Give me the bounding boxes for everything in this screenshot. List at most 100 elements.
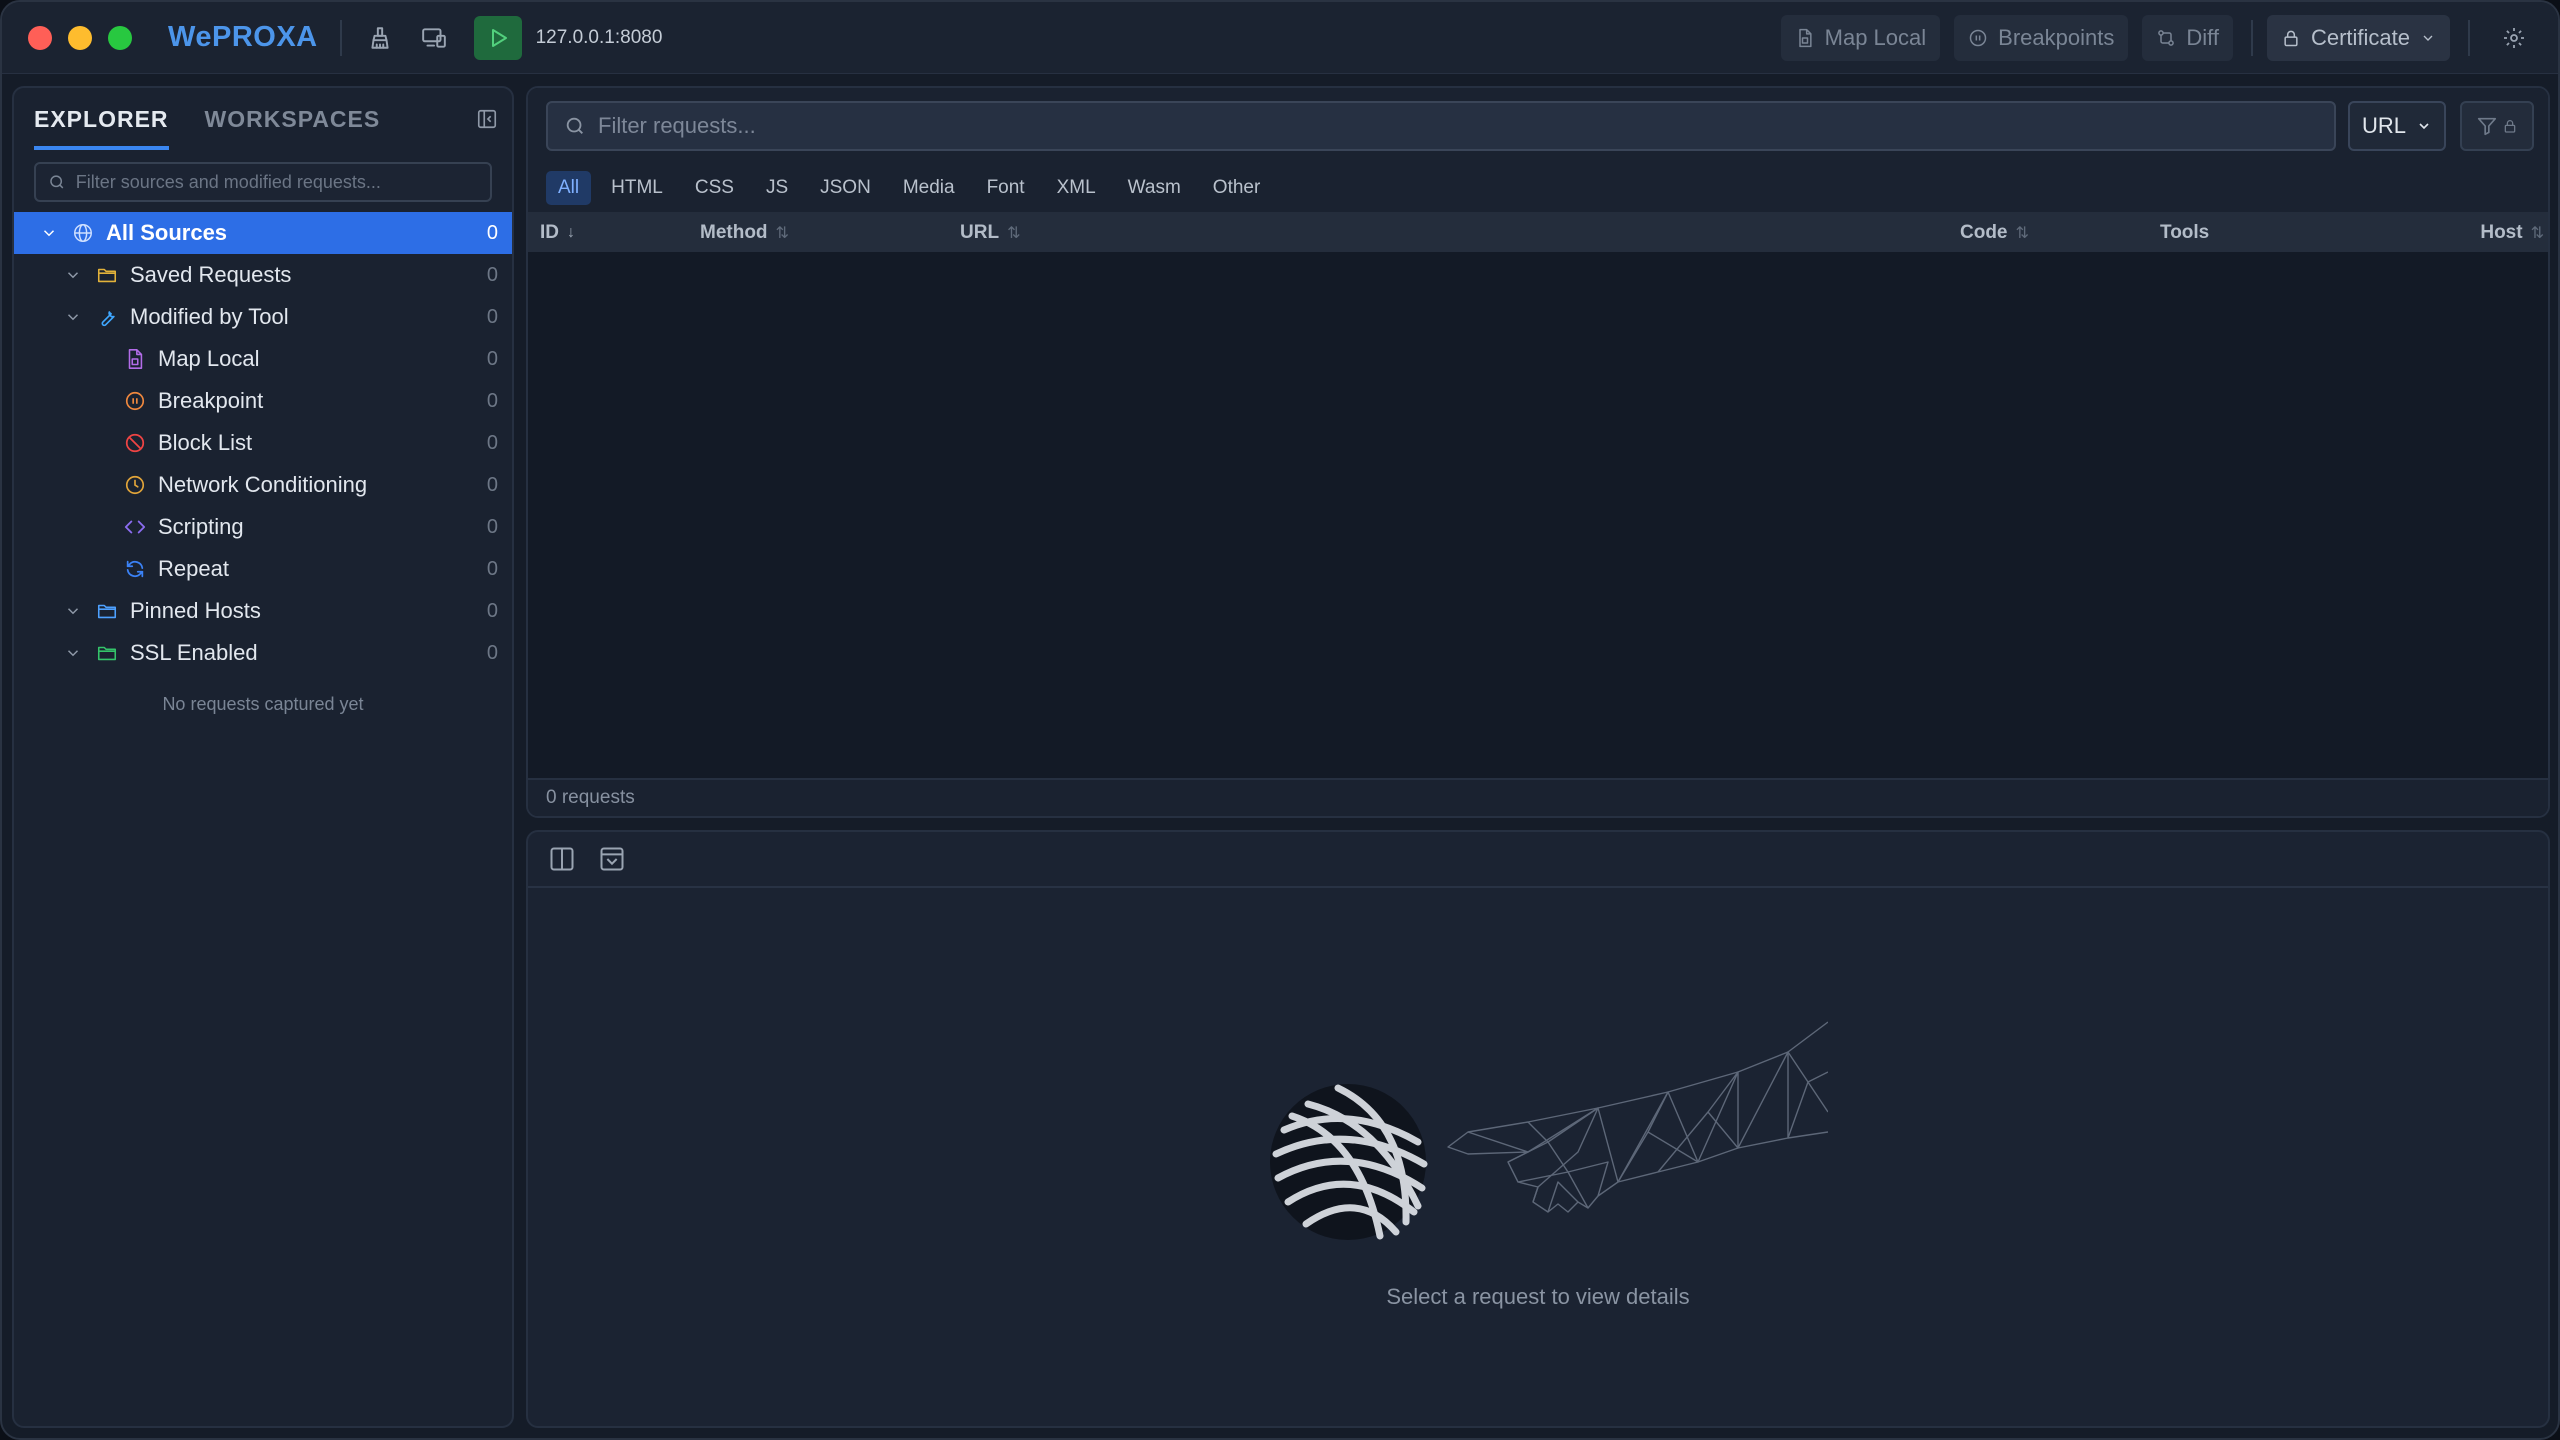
- type-tab-js[interactable]: JS: [754, 171, 800, 205]
- file-icon: [128, 349, 143, 369]
- sort-icon: ⇅: [2015, 225, 2029, 242]
- type-tab-json[interactable]: JSON: [808, 171, 883, 205]
- chevron-down-icon: [2423, 35, 2433, 41]
- chevron-down-icon[interactable]: [64, 308, 82, 326]
- folder-icon: [97, 604, 117, 619]
- tree-item-all-sources[interactable]: All Sources 0: [14, 212, 512, 254]
- type-tab-html[interactable]: HTML: [599, 171, 675, 205]
- request-search-input[interactable]: [598, 113, 2098, 139]
- wrench-icon: [101, 311, 115, 327]
- tree-item-count: 0: [486, 599, 498, 622]
- chevron-down-icon[interactable]: [64, 602, 82, 620]
- filter-lock-button[interactable]: [2460, 101, 2534, 151]
- type-tab-css[interactable]: CSS: [683, 171, 746, 205]
- column-host[interactable]: Host ⇅: [2480, 222, 2544, 244]
- split-vertical-icon[interactable]: [548, 845, 576, 873]
- request-count-status: 0 requests: [528, 778, 2548, 816]
- sidebar-tabs: EXPLORER WORKSPACES: [14, 88, 512, 150]
- request-detail-panel: Select a request to view details: [526, 830, 2550, 1428]
- tree-item-ssl-enabled[interactable]: SSL Enabled 0: [14, 632, 512, 674]
- filter-field-select[interactable]: URL: [2348, 101, 2446, 151]
- tree-item-pinned-hosts[interactable]: Pinned Hosts 0: [14, 590, 512, 632]
- tree-item-count: 0: [486, 305, 498, 328]
- tree-item-breakpoint[interactable]: Breakpoint 0: [14, 380, 512, 422]
- sort-icon: ⇅: [775, 225, 789, 242]
- tree-item-count: 0: [486, 515, 498, 538]
- search-icon: [566, 117, 583, 134]
- sources-search-input[interactable]: [75, 171, 490, 193]
- devices-icon: [421, 27, 446, 48]
- folder-icon: [97, 268, 117, 283]
- tree-item-label: Repeat: [158, 556, 229, 581]
- clear-button[interactable]: [358, 16, 402, 60]
- close-window-button[interactable]: [28, 25, 52, 50]
- tree-item-repeat[interactable]: Repeat 0: [14, 548, 512, 590]
- devices-button[interactable]: [412, 16, 456, 60]
- request-table-header: ID ↓ Method ⇅ URL ⇅ Code ⇅ Tools Host ⇅: [528, 212, 2548, 252]
- clock-icon: [125, 475, 145, 495]
- column-id[interactable]: ID ↓: [540, 222, 575, 244]
- resource-type-tabs: All HTML CSS JS JSON Media Font XML Wasm…: [528, 164, 2548, 212]
- column-method[interactable]: Method ⇅: [700, 222, 789, 244]
- breakpoints-button[interactable]: Breakpoints: [1954, 14, 2129, 61]
- app-window: WePROXA 127.0.0.1:8080 Map Local Breakpo…: [0, 0, 2560, 1440]
- toolbar-right: Map Local Breakpoints Diff Certificate: [1780, 14, 2536, 61]
- certificate-button[interactable]: Certificate: [2266, 14, 2450, 61]
- tree-item-saved-requests[interactable]: Saved Requests 0: [14, 254, 512, 296]
- tree-item-label: Map Local: [158, 346, 260, 371]
- chevron-down-icon[interactable]: [40, 224, 58, 242]
- column-code[interactable]: Code ⇅: [1960, 222, 2029, 244]
- type-tab-xml[interactable]: XML: [1045, 171, 1108, 205]
- pause-circle-icon: [1969, 29, 1987, 46]
- chevron-down-icon[interactable]: [64, 266, 82, 284]
- type-tab-all[interactable]: All: [546, 171, 592, 205]
- tree-item-scripting[interactable]: Scripting 0: [14, 506, 512, 548]
- diff-label: Diff: [2186, 24, 2219, 50]
- zoom-window-button[interactable]: [108, 25, 132, 50]
- tree-item-network-conditioning[interactable]: Network Conditioning 0: [14, 464, 512, 506]
- detail-empty-hint: Select a request to view details: [1386, 1284, 1690, 1309]
- diff-button[interactable]: Diff: [2142, 14, 2233, 61]
- tree-item-map-local[interactable]: Map Local 0: [14, 338, 512, 380]
- chevron-down-icon[interactable]: [64, 644, 82, 662]
- request-search: [546, 101, 2336, 151]
- start-proxy-button[interactable]: [473, 15, 522, 60]
- column-label: Tools: [2160, 222, 2210, 243]
- split-horizontal-icon[interactable]: [598, 845, 626, 873]
- tree-item-label: Pinned Hosts: [130, 598, 261, 623]
- sources-search: [34, 162, 492, 202]
- map-local-button[interactable]: Map Local: [1780, 14, 1941, 61]
- pause-circle-icon: [125, 391, 145, 411]
- tree-item-modified-by-tool[interactable]: Modified by Tool 0: [14, 296, 512, 338]
- tree-item-block-list[interactable]: Block List 0: [14, 422, 512, 464]
- toolbar-divider: [2250, 19, 2253, 56]
- filter-icon: [2477, 117, 2497, 136]
- type-tab-media[interactable]: Media: [891, 171, 967, 205]
- sort-icon: ⇅: [2530, 225, 2544, 242]
- tree-item-label: Modified by Tool: [130, 304, 289, 329]
- tab-workspaces[interactable]: WORKSPACES: [205, 88, 381, 150]
- sources-tree: All Sources 0 Saved Requests 0 Modified …: [14, 212, 512, 674]
- broom-icon: [371, 26, 389, 49]
- diff-icon: [2158, 29, 2175, 46]
- type-tab-other[interactable]: Other: [1201, 171, 1273, 205]
- type-tab-font[interactable]: Font: [975, 171, 1037, 205]
- tree-item-count: 0: [486, 431, 498, 454]
- proxy-address: 127.0.0.1:8080: [535, 26, 663, 48]
- tree-item-label: Breakpoint: [158, 388, 264, 413]
- app-brand: WePROXA: [168, 21, 318, 53]
- tree-item-label: Block List: [158, 430, 253, 455]
- column-label: ID: [540, 222, 559, 243]
- gear-icon: [2504, 27, 2524, 48]
- collapse-sidebar-icon[interactable]: [476, 108, 498, 130]
- empty-sources-note: No requests captured yet: [162, 694, 364, 714]
- minimize-window-button[interactable]: [68, 25, 92, 50]
- file-icon: [1798, 28, 1812, 47]
- tab-explorer[interactable]: EXPLORER: [34, 88, 169, 150]
- type-tab-wasm[interactable]: Wasm: [1116, 171, 1193, 205]
- request-list-panel: URL All HTML CSS JS JSON Media Font XML …: [526, 86, 2550, 818]
- column-label: Method: [700, 222, 768, 243]
- column-url[interactable]: URL ⇅: [960, 222, 1020, 244]
- column-tools[interactable]: Tools: [2160, 222, 2209, 244]
- settings-button[interactable]: [2492, 16, 2536, 60]
